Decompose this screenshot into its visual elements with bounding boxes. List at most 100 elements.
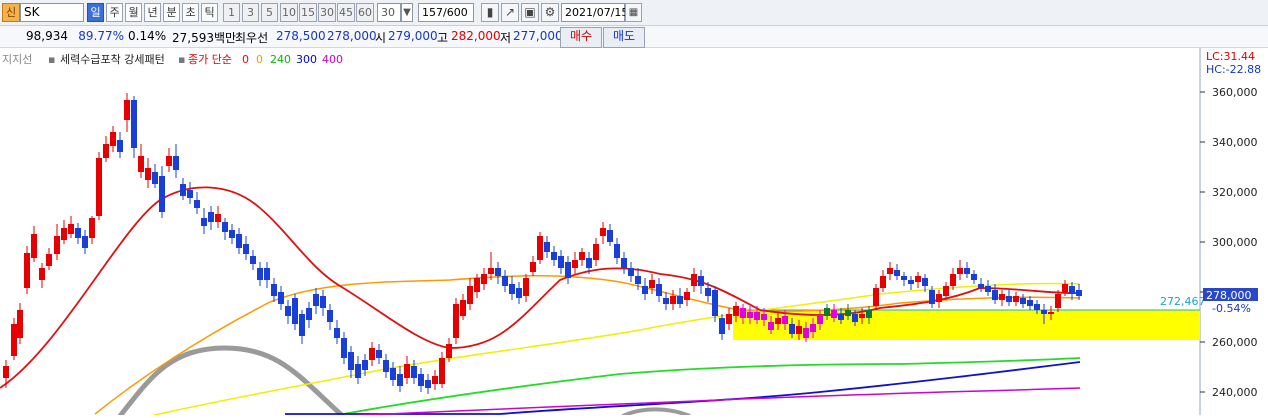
candle-body (243, 244, 249, 254)
interval-5-button[interactable]: 5 (261, 3, 278, 22)
candle-body (145, 168, 151, 180)
interval-10-button[interactable]: 10 (280, 3, 298, 22)
interval-15-button[interactable]: 15 (299, 3, 317, 22)
interval-dropdown-arrow-icon[interactable]: ▼ (401, 3, 413, 22)
candle-body (411, 366, 417, 378)
candle-body (642, 286, 648, 294)
candle-body (649, 280, 655, 288)
candle-body (908, 280, 914, 284)
interval-select[interactable]: 30 (377, 3, 401, 22)
candle-body (31, 234, 37, 258)
candle-body (222, 222, 228, 232)
candle-body (1076, 290, 1082, 296)
candle-body (670, 296, 676, 304)
candle-body (929, 290, 935, 304)
candle-body (621, 258, 627, 268)
y-tick-260000: 260,000 (1212, 336, 1258, 349)
candle-body (873, 288, 879, 306)
period-tick-button[interactable]: 틱 (201, 3, 218, 22)
legend-ma-0-orange: 0 (256, 53, 263, 66)
interval-3-button[interactable]: 3 (242, 3, 259, 22)
candle-body (999, 294, 1005, 300)
interval-1-button[interactable]: 1 (223, 3, 240, 22)
candle-body (1013, 296, 1019, 302)
candle-body (740, 308, 746, 318)
candle-body (292, 298, 298, 324)
candle-body (229, 230, 235, 238)
candle-body (376, 350, 382, 358)
interval-45-button[interactable]: 45 (337, 3, 355, 22)
candle-body (250, 256, 256, 264)
candle-body (1034, 304, 1040, 310)
candle-body (950, 274, 956, 286)
support-value-label: 272,467 (1160, 295, 1206, 308)
candle-body (446, 344, 452, 358)
code-badge[interactable]: 신 (2, 3, 20, 22)
candle-body (782, 316, 788, 324)
candle-body (530, 262, 536, 272)
candle-body (901, 276, 907, 280)
best-bid-value: 278,000 (327, 29, 377, 43)
candle-body (838, 314, 844, 320)
candle-body (1062, 284, 1068, 292)
candle-body (1055, 294, 1061, 308)
candle-body (467, 286, 473, 304)
volume-value: 98,934 (26, 29, 68, 43)
candle-body (355, 364, 361, 378)
y-tick-320000: 320,000 (1212, 186, 1258, 199)
period-year-button[interactable]: 년 (144, 3, 161, 22)
candle-body (971, 274, 977, 280)
candle-body (39, 268, 45, 280)
candle-body (11, 324, 17, 356)
interval-30-button[interactable]: 30 (318, 3, 336, 22)
candle-body (810, 324, 816, 332)
indicator-icon[interactable]: ↗ (501, 3, 519, 22)
settings-gear-icon[interactable]: ⚙ (541, 3, 559, 22)
legend-pattern: 세력수급포착 강세패턴 (60, 53, 165, 66)
candle-body (705, 288, 711, 296)
candle-body (544, 242, 550, 252)
high-label: 고 (437, 31, 449, 45)
period-month-button[interactable]: 월 (125, 3, 142, 22)
candle-body (992, 290, 998, 300)
candle-body (159, 176, 165, 212)
period-second-button[interactable]: 초 (182, 3, 199, 22)
candle-body (103, 144, 109, 158)
candle-body (866, 310, 872, 318)
candle-body (75, 228, 81, 238)
candle-body (978, 284, 984, 288)
legend-bullet-icon: ▪ (48, 53, 55, 66)
y-tick-240000: 240,000 (1212, 386, 1258, 399)
candle-body (201, 218, 207, 226)
y-tick-340000: 340,000 (1212, 136, 1258, 149)
candle-body (712, 290, 718, 316)
candle-body (726, 314, 732, 324)
period-day-button[interactable]: 일 (87, 3, 104, 22)
price-chart[interactable]: 지지선 ▪ 세력수급포착 강세패턴 ▪ 종가 단순 0 0 240 300 40… (0, 48, 1268, 415)
candle-body (404, 364, 410, 378)
stock-code-input[interactable]: SK (20, 3, 84, 22)
candle-body (474, 278, 480, 292)
interval-60-button[interactable]: 60 (356, 3, 374, 22)
buy-button[interactable]: 매수 (560, 27, 602, 48)
candle-body (747, 312, 753, 318)
lc-value: LC:31.44 (1206, 50, 1255, 63)
period-minute-button[interactable]: 분 (163, 3, 180, 22)
candle-body (369, 348, 375, 360)
candle-body (460, 300, 466, 316)
save-icon[interactable]: ▣ (521, 3, 539, 22)
candle-style-icon[interactable]: ▮ (481, 3, 499, 22)
period-week-button[interactable]: 주 (106, 3, 123, 22)
current-change: -0.54% (1212, 302, 1251, 315)
candle-body (89, 218, 95, 238)
candle-body (313, 294, 319, 306)
date-input[interactable]: 2021/07/15 (561, 3, 628, 22)
candle-body (187, 190, 193, 198)
candle-body (495, 268, 501, 276)
sell-button[interactable]: 매도 (603, 27, 645, 48)
candle-body (327, 310, 333, 322)
candle-body (68, 224, 74, 234)
count-field[interactable]: 157/600 (418, 3, 474, 22)
calendar-icon[interactable]: ▦ (625, 3, 642, 22)
candle-body (600, 228, 606, 236)
